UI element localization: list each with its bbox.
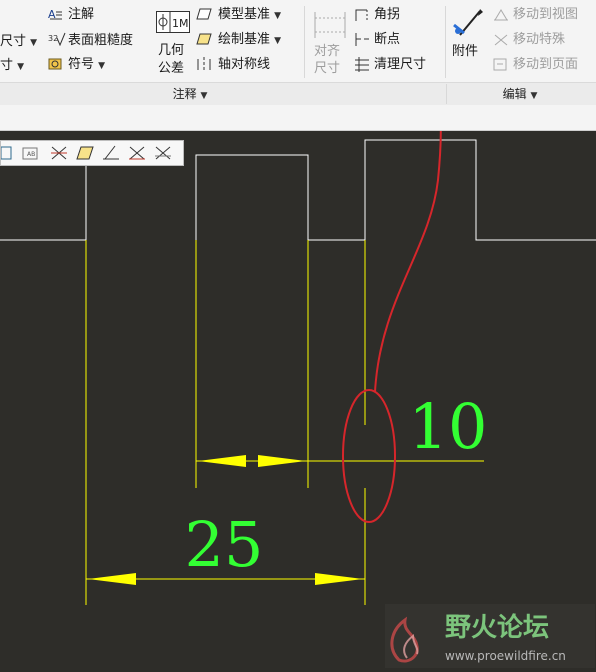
breakpoint-button[interactable]: 断点 [374, 31, 400, 49]
align-line1[interactable]: 对齐 [314, 43, 340, 61]
chevron-down-icon: ▼ [98, 61, 106, 71]
dim-partial-a-label: 尺寸 [0, 34, 27, 49]
symbol-icon [48, 58, 62, 70]
corner-icon [355, 9, 368, 21]
edit-group-text: 编辑 [502, 87, 527, 101]
axis-symmetry-button[interactable]: 轴对称线 [218, 56, 270, 74]
svg-text:AB: AB [27, 151, 35, 158]
chevron-down-icon: ▼ [30, 38, 38, 48]
model-datum-button[interactable]: 模型基准 ▼ [218, 6, 281, 25]
surface-finish-icon: 32 [48, 32, 66, 46]
move-to-view-button[interactable]: 移动到视图 [513, 6, 578, 24]
note-button[interactable]: 注解 [68, 6, 94, 24]
annotate-group-text: 注释 [172, 87, 197, 101]
separator [445, 6, 446, 78]
watermark-title: 野火论坛 [445, 613, 549, 643]
move-special-icon [494, 34, 508, 46]
dim-partial-a[interactable]: 尺寸 ▼ [0, 33, 37, 52]
note-icon: A [48, 8, 62, 21]
watermark-url: www.proewildfire.cn [445, 649, 566, 663]
move-special-button[interactable]: 移动特殊 [513, 31, 565, 49]
mini-tool-7-icon[interactable] [153, 144, 173, 162]
chevron-down-icon: ▼ [274, 11, 282, 21]
mini-tool-4-icon[interactable] [75, 144, 95, 162]
align-dimension-icon [314, 12, 346, 38]
move-to-view-icon [494, 9, 508, 21]
dim-partial-b-label: 寸 [0, 58, 14, 73]
annotate-group-label[interactable]: 注释 ▼ [110, 84, 270, 104]
secondary-toolbar-strip [0, 106, 596, 131]
separator [446, 84, 447, 104]
svg-text:1M: 1M [172, 17, 189, 30]
chevron-down-icon: ▼ [200, 91, 208, 101]
attach-button[interactable]: 附件 [452, 43, 478, 61]
move-to-page-icon [493, 58, 507, 71]
edit-group-label[interactable]: 编辑 ▼ [470, 84, 570, 104]
mini-tool-5-icon[interactable] [101, 144, 121, 162]
draw-datum-button[interactable]: 绘制基准 ▼ [218, 31, 281, 50]
separator [304, 6, 305, 78]
watermark: 野火论坛 www.proewildfire.cn [385, 604, 595, 668]
geo-tol-line2[interactable]: 公差 [158, 60, 184, 78]
dimension-text-25[interactable]: 25 [185, 508, 264, 581]
corner-button[interactable]: 角拐 [374, 6, 400, 24]
dim-partial-b[interactable]: 寸 ▼ [0, 57, 24, 76]
move-to-page-button[interactable]: 移动到页面 [513, 56, 578, 74]
align-line2[interactable]: 尺寸 [314, 60, 340, 78]
model-datum-icon [196, 8, 212, 20]
svg-text:32: 32 [48, 34, 58, 43]
draw-datum-label: 绘制基准 [218, 32, 271, 47]
mini-toolbar: AB [0, 140, 184, 166]
breakpoint-icon [355, 33, 369, 46]
axis-symmetry-icon [197, 57, 211, 71]
chevron-down-icon: ▼ [274, 36, 282, 46]
mini-tool-1-icon[interactable] [1, 144, 21, 162]
cleanup-dimension-icon [355, 57, 369, 72]
surface-finish-button[interactable]: 表面粗糙度 [68, 32, 133, 50]
model-datum-label: 模型基准 [218, 7, 271, 22]
attach-icon [453, 9, 483, 36]
canvas-background [0, 131, 596, 671]
geo-tol-line1[interactable]: 几何 [158, 42, 184, 60]
mini-tool-3-icon[interactable] [49, 144, 69, 162]
geometric-tolerance-icon: 1M [156, 11, 190, 33]
ribbon: 尺寸 ▼ 寸 ▼ A 注解 32 表面粗糙度 符号 ▼ 1M 几何 公差 模型基… [0, 0, 596, 107]
draw-datum-icon [196, 33, 212, 45]
symbol-label: 符号 [68, 57, 95, 72]
symbol-button[interactable]: 符号 ▼ [68, 56, 105, 75]
cleanup-dimension-button[interactable]: 清理尺寸 [374, 56, 426, 74]
chevron-down-icon: ▼ [530, 91, 538, 101]
chevron-down-icon: ▼ [17, 62, 25, 72]
mini-tool-2-icon[interactable]: AB [21, 144, 41, 162]
watermark-art: 野火论坛 www.proewildfire.cn [385, 604, 595, 668]
dimension-text-10[interactable]: 10 [409, 390, 488, 463]
mini-tool-6-icon[interactable] [127, 144, 147, 162]
drawing-canvas[interactable]: 10 25 [0, 131, 596, 671]
